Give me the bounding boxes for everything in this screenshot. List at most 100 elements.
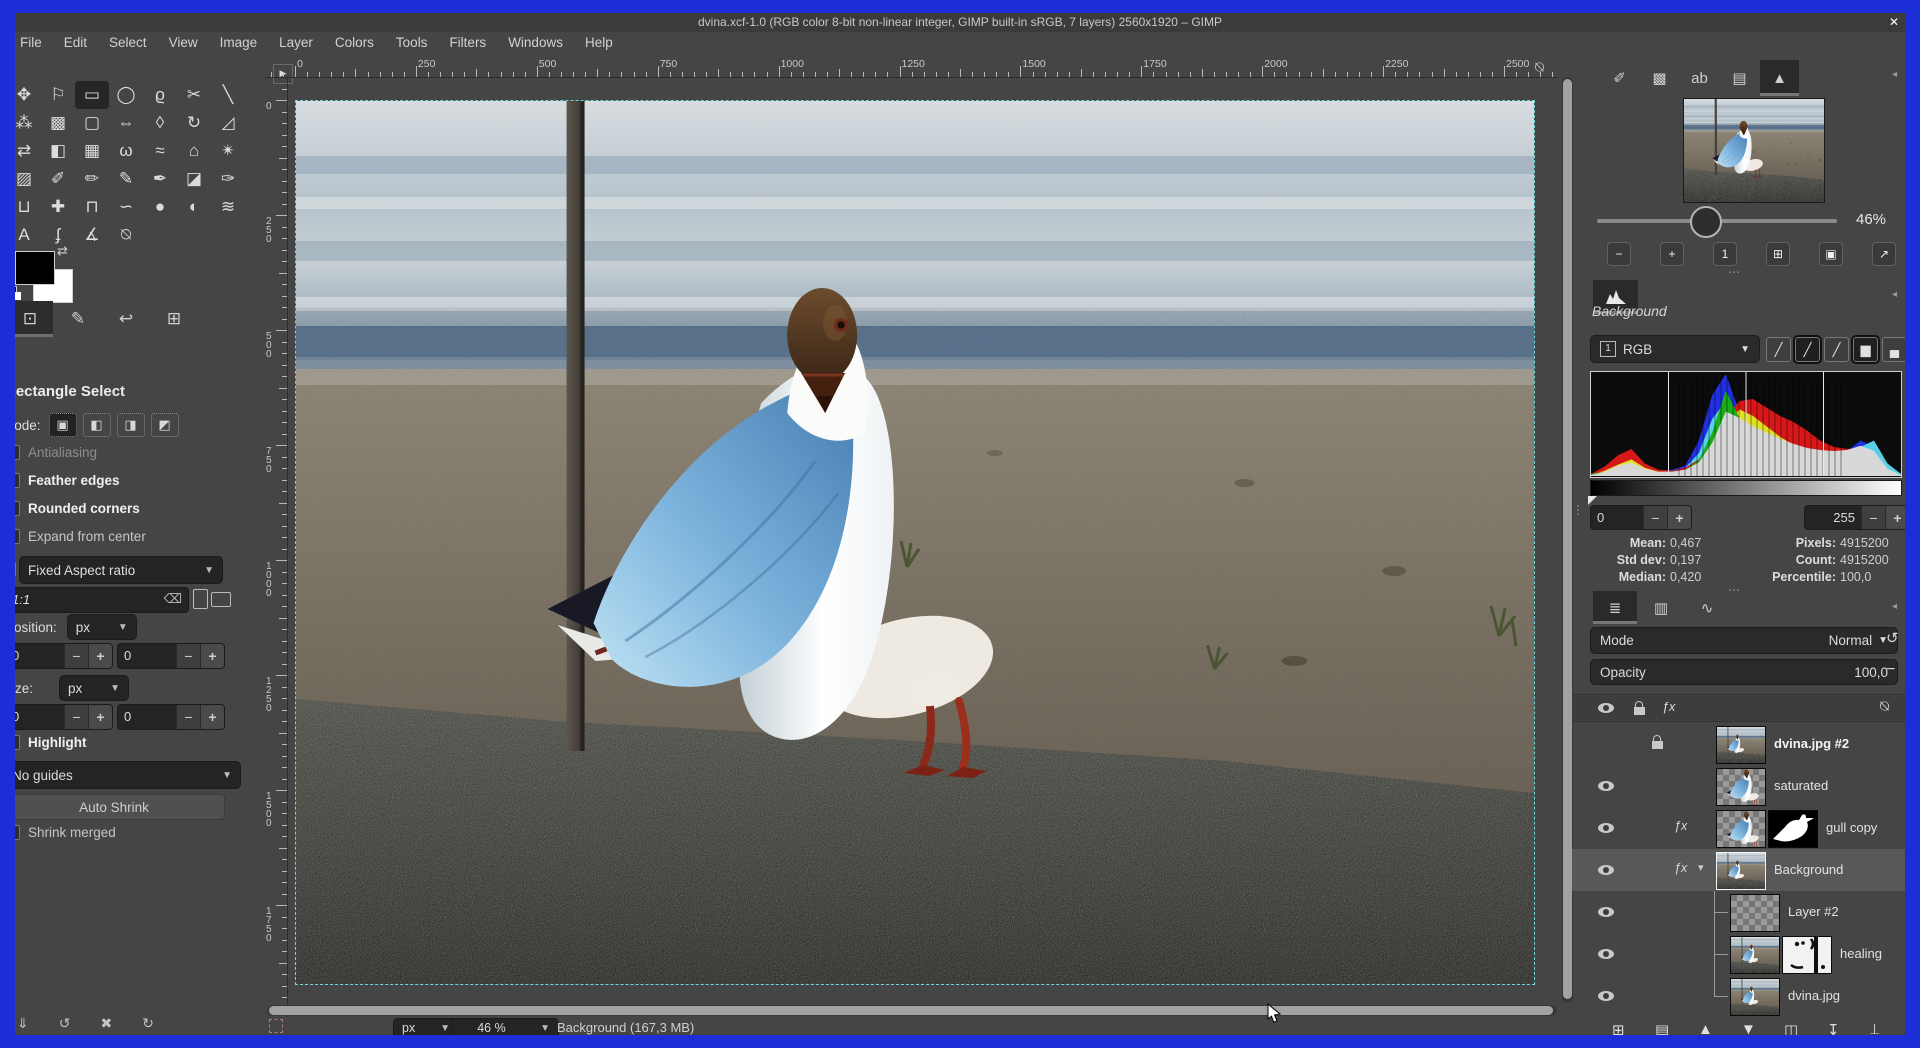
layer-row[interactable]: ƒxgull copy	[1572, 807, 1905, 849]
horizontal-ruler[interactable]: 02505007501000125015001750200022502500	[265, 57, 1557, 78]
visibility-eye-icon[interactable]	[1598, 907, 1614, 917]
mode-replace-button[interactable]: ▣	[49, 413, 77, 437]
decrement-icon[interactable]: −	[176, 644, 200, 668]
layer-mask-thumbnail[interactable]	[1768, 810, 1818, 848]
panel-divider-dots[interactable]: ⋯	[1728, 583, 1742, 597]
navigation-preview[interactable]	[1683, 98, 1825, 203]
raise-layer-button[interactable]: ▲	[1698, 1021, 1713, 1035]
layer-thumbnail[interactable]	[1730, 894, 1780, 932]
position-y-spinner[interactable]: 0 −+	[117, 643, 225, 669]
menu-tools[interactable]: Tools	[385, 32, 439, 54]
increment-icon[interactable]: +	[88, 644, 112, 668]
menu-filters[interactable]: Filters	[438, 32, 497, 54]
size-unit-dropdown[interactable]: px▼	[59, 675, 129, 701]
restore-preset-icon[interactable]: ↺	[59, 1015, 71, 1032]
visibility-eye-icon[interactable]	[1598, 949, 1614, 959]
decrement-icon[interactable]: −	[1643, 506, 1667, 529]
text-tool[interactable]: A	[15, 221, 41, 249]
visibility-lock-icon[interactable]	[1598, 703, 1614, 713]
delete-preset-icon[interactable]: ✖	[100, 1015, 112, 1032]
layer-thumbnail[interactable]	[1716, 768, 1766, 806]
menu-help[interactable]: Help	[574, 32, 624, 54]
move-tool[interactable]: ✥	[15, 81, 41, 109]
layer-thumbnail[interactable]	[1716, 852, 1766, 890]
vertical-ruler[interactable]: 02505007501000125015001750	[265, 77, 288, 1017]
airbrush-tool[interactable]: ✎	[109, 165, 143, 193]
layer-row[interactable]: Layer #2	[1572, 891, 1905, 933]
ellipse-select-tool[interactable]: ◯	[109, 81, 143, 109]
rectangle-select-tool[interactable]: ▭	[75, 81, 109, 109]
checkbox-box[interactable]	[15, 529, 20, 544]
new-layer-button[interactable]: ⊞	[1612, 1021, 1625, 1035]
expand-from-center-checkbox[interactable]: Expand from center	[15, 529, 146, 544]
3d-transform-tool[interactable]: ◧	[41, 137, 75, 165]
free-select-tool[interactable]: ϱ	[143, 81, 177, 109]
smudge-warp-tool[interactable]: ≈	[143, 137, 177, 165]
histogram-plot[interactable]	[1590, 371, 1902, 478]
perceptual-toggle[interactable]: ╱	[1795, 337, 1820, 362]
paths-tool[interactable]: ╲	[211, 81, 245, 109]
anchor-layer-button[interactable]: ⍊	[1870, 1021, 1879, 1035]
fuzzy-select-tool[interactable]: ⁂	[15, 109, 41, 137]
cage-transform-tool[interactable]: ⌂	[177, 137, 211, 165]
increment-icon[interactable]: +	[1885, 506, 1905, 529]
layer-thumbnail[interactable]	[1730, 936, 1780, 974]
mode-switch-icon[interactable]: ↺	[1886, 629, 1899, 647]
panel-divider-dots[interactable]: ⋯	[1728, 265, 1742, 279]
mode-add-button[interactable]: ◧	[83, 413, 111, 437]
status-unit-dropdown[interactable]: px▼	[393, 1018, 459, 1035]
save-preset-icon[interactable]: ⇓	[17, 1015, 29, 1032]
vertical-scroll-thumb[interactable]	[1563, 79, 1572, 999]
duplicate-layer-button[interactable]: ◫	[1784, 1021, 1798, 1035]
foreground-color-swatch[interactable]	[15, 251, 55, 285]
horizontal-scroll-thumb[interactable]	[269, 1006, 1553, 1015]
quick-mask-toggle[interactable]	[269, 1019, 283, 1033]
dodge-burn-tool[interactable]: ◐	[177, 193, 211, 221]
lower-layer-button[interactable]: ▼	[1741, 1021, 1756, 1035]
tab-images[interactable]: ⊞	[151, 301, 197, 337]
status-zoom-dropdown[interactable]: 46 %▼	[451, 1018, 559, 1035]
visibility-eye-icon[interactable]	[1598, 823, 1614, 833]
tab-patterns[interactable]: ▩	[1640, 60, 1679, 96]
layer-row[interactable]: healing	[1572, 933, 1905, 975]
rotate-tool[interactable]: ↻	[177, 109, 211, 137]
zoom-tool[interactable]: ⍉	[109, 221, 143, 249]
menu-windows[interactable]: Windows	[497, 32, 574, 54]
histogram-linear-toggle[interactable]: ▆	[1853, 337, 1878, 362]
fixed-aspect-dropdown[interactable]: Fixed Aspect ratio▼	[19, 556, 223, 584]
horizontal-scrollbar[interactable]	[267, 1005, 1557, 1016]
search-icon[interactable]: ⍉	[1880, 698, 1889, 715]
scissors-select-tool[interactable]: ✂	[177, 81, 211, 109]
tab-paths[interactable]: ∿	[1685, 591, 1729, 624]
layer-row[interactable]: dvina.jpg #2	[1572, 723, 1905, 765]
merge-down-button[interactable]: ↧	[1827, 1021, 1840, 1035]
lock-pixels-icon[interactable]	[1634, 707, 1645, 715]
tab-tool-options[interactable]: ⊡	[15, 301, 53, 337]
dock-drag-handle[interactable]: ⋮	[1572, 503, 1586, 517]
canvas-image[interactable]	[295, 100, 1535, 985]
tab-menu-icon[interactable]: ◂	[1892, 601, 1897, 612]
tab-gradients[interactable]: ▤	[1720, 60, 1759, 96]
aspect-ratio-input[interactable]: 1:1 ⌫	[15, 587, 189, 613]
position-x-spinner[interactable]: 0 −+	[15, 643, 113, 669]
close-window-button[interactable]: ✕	[1886, 13, 1902, 31]
fx-icon[interactable]: ƒx	[1674, 861, 1687, 875]
checkbox-box[interactable]	[15, 735, 20, 750]
bucket-fill-tool[interactable]: ≋	[211, 193, 245, 221]
warp-transform-tool[interactable]: ω	[109, 137, 143, 165]
visibility-eye-icon[interactable]	[1598, 865, 1614, 875]
zoom-out-button[interactable]: −	[1608, 243, 1630, 265]
paintbrush-tool[interactable]: ✐	[41, 165, 75, 193]
layer-mask-thumbnail[interactable]	[1782, 936, 1832, 974]
pencil-tool[interactable]: ✏	[75, 165, 109, 193]
checkbox-box[interactable]: ✓	[15, 445, 20, 460]
mode-subtract-button[interactable]: ◨	[117, 413, 145, 437]
size-height-spinner[interactable]: 0 −+	[117, 704, 225, 730]
menu-colors[interactable]: Colors	[324, 32, 385, 54]
perspective-grid-tool[interactable]: ▦	[75, 137, 109, 165]
decrement-icon[interactable]: −	[1861, 506, 1885, 529]
smudge-tool[interactable]: ∽	[109, 193, 143, 221]
highlight-checkbox[interactable]: Highlight	[15, 735, 86, 750]
shrink-wrap-button[interactable]: ↗	[1873, 243, 1895, 265]
tab-menu-icon[interactable]: ◂	[1892, 289, 1897, 300]
